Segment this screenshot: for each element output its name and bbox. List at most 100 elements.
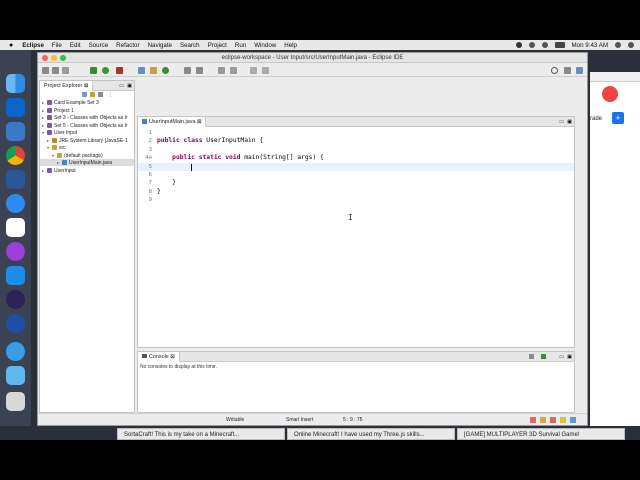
- tree-item[interactable]: ▾ User Input: [40, 129, 134, 136]
- code-line[interactable]: 9: [138, 196, 574, 204]
- preview-icon[interactable]: [6, 122, 25, 141]
- link-editor-icon[interactable]: [90, 92, 95, 97]
- filter-icon[interactable]: [98, 92, 103, 97]
- maximize-icon[interactable]: ▣: [567, 119, 572, 125]
- open-type-icon[interactable]: [184, 67, 191, 74]
- new-icon[interactable]: [42, 67, 49, 74]
- maximize-icon[interactable]: ▣: [567, 354, 572, 360]
- spotlight-icon[interactable]: [615, 42, 621, 48]
- tree-item[interactable]: ▾ src: [40, 144, 134, 151]
- tree-item[interactable]: ▸ JRE System Library [JavaSE-1: [40, 137, 134, 144]
- status-icon-3[interactable]: [550, 417, 556, 423]
- close-window-button[interactable]: [42, 55, 48, 61]
- menu-file[interactable]: File: [52, 42, 62, 49]
- annotation-next-icon[interactable]: [218, 67, 225, 74]
- new-class-icon[interactable]: [162, 67, 169, 74]
- new-package-icon[interactable]: [150, 67, 157, 74]
- status-icon-2[interactable]: [540, 417, 546, 423]
- menu-help[interactable]: Help: [284, 42, 297, 49]
- status-icon-5[interactable]: [570, 417, 576, 423]
- apple-menu-icon[interactable]: ●: [9, 42, 13, 49]
- menu-project[interactable]: Project: [208, 42, 227, 49]
- minimize-icon[interactable]: ▭: [119, 83, 124, 89]
- tab-console[interactable]: Console ⊠: [138, 352, 180, 362]
- console-display-icon[interactable]: [529, 354, 534, 359]
- open-perspective-icon[interactable]: [564, 67, 571, 74]
- search-toolbar-icon[interactable]: [196, 67, 203, 74]
- menubar-clock[interactable]: Mon 9:43 AM: [572, 42, 608, 49]
- trash-icon[interactable]: [6, 392, 25, 411]
- minimize-icon[interactable]: ▭: [559, 119, 564, 125]
- close-icon[interactable]: ⊠: [170, 354, 175, 360]
- view-menu-icon[interactable]: ⋮: [108, 92, 113, 98]
- close-icon[interactable]: ⊠: [197, 119, 202, 125]
- minimize-icon[interactable]: ▭: [559, 354, 564, 360]
- java-perspective-icon[interactable]: [576, 67, 583, 74]
- tree-item[interactable]: ▸ Set 5 - Classes with Objects as Ir: [40, 122, 134, 129]
- downloads-folder-icon[interactable]: [6, 366, 25, 385]
- background-tab-2[interactable]: Online Minecraft! I have used my Three.j…: [287, 428, 455, 440]
- eclipse-icon[interactable]: [6, 290, 25, 309]
- outlook-icon[interactable]: [6, 98, 25, 117]
- tree-item[interactable]: ▸ UserInput: [40, 167, 134, 174]
- background-window-avatar[interactable]: [602, 86, 618, 102]
- collapse-all-icon[interactable]: [82, 92, 87, 97]
- menu-refactor[interactable]: Refactor: [116, 42, 139, 49]
- run-icon[interactable]: [102, 67, 109, 74]
- run-external-icon[interactable]: [116, 67, 123, 74]
- battery-icon[interactable]: [554, 42, 565, 48]
- status-icon-1[interactable]: [530, 417, 536, 423]
- screen-record-icon[interactable]: [515, 42, 522, 48]
- menu-navigate[interactable]: Navigate: [148, 42, 172, 49]
- xcode-icon[interactable]: [6, 266, 25, 285]
- tree-item[interactable]: ▸ Project 1: [40, 107, 134, 114]
- menu-window[interactable]: Window: [254, 42, 276, 49]
- code-line[interactable]: 8}: [138, 188, 574, 196]
- tree-item[interactable]: ▸ Set 3 - Classes with Objects as Ir: [40, 114, 134, 121]
- code-line[interactable]: 2 public class UserInputMain {: [138, 137, 574, 145]
- code-line[interactable]: 4⊖ public static void main(String[] args…: [138, 154, 574, 162]
- code-editor[interactable]: 1 2 public class UserInputMain {3 4⊖ public…: [138, 127, 574, 347]
- forward-icon[interactable]: [262, 67, 269, 74]
- save-all-icon[interactable]: [62, 67, 69, 74]
- background-add-button[interactable]: +: [612, 112, 624, 124]
- wifi-icon[interactable]: [528, 42, 535, 48]
- annotation-prev-icon[interactable]: [230, 67, 237, 74]
- volume-icon[interactable]: [541, 42, 548, 48]
- menu-app-name[interactable]: Eclipse: [22, 42, 44, 49]
- menu-source[interactable]: Source: [89, 42, 109, 49]
- code-line[interactable]: 5: [138, 162, 574, 171]
- quick-access-search-icon[interactable]: [551, 67, 558, 74]
- messages-icon[interactable]: [6, 194, 25, 213]
- tab-project-explorer[interactable]: Project Explorer ⊠: [40, 81, 94, 91]
- tree-item[interactable]: ▸ UserInputMain.java: [40, 159, 134, 166]
- back-icon[interactable]: [250, 67, 257, 74]
- finder-icon[interactable]: [6, 74, 25, 93]
- console-open-icon[interactable]: [541, 354, 546, 359]
- zoom-window-button[interactable]: [60, 55, 66, 61]
- new-java-project-icon[interactable]: [138, 67, 145, 74]
- close-icon[interactable]: ⊠: [84, 83, 89, 89]
- minimize-window-button[interactable]: [51, 55, 57, 61]
- save-icon[interactable]: [52, 67, 59, 74]
- menu-edit[interactable]: Edit: [70, 42, 81, 49]
- background-tab-3[interactable]: [GAME] MULTIPLAYER 3D Survival Game!: [457, 428, 625, 440]
- podcasts-icon[interactable]: [6, 242, 25, 261]
- chrome-icon[interactable]: [6, 146, 25, 165]
- background-tab-1[interactable]: SortaCraft! This is my take on a Minecra…: [117, 428, 285, 440]
- code-line[interactable]: 7 }: [138, 179, 574, 187]
- calendar-icon[interactable]: [6, 218, 25, 237]
- tree-item[interactable]: ▸ Card Example Set 3: [40, 99, 134, 106]
- menu-search[interactable]: Search: [180, 42, 200, 49]
- maximize-icon[interactable]: ▣: [127, 83, 132, 89]
- menu-list-icon[interactable]: [628, 42, 634, 48]
- tree-item[interactable]: ▾ (default package): [40, 152, 134, 159]
- word-icon[interactable]: [6, 170, 25, 189]
- status-icon-4[interactable]: [560, 417, 566, 423]
- menu-run[interactable]: Run: [235, 42, 246, 49]
- globe-icon[interactable]: [6, 342, 25, 361]
- debug-icon[interactable]: [90, 67, 97, 74]
- code-line[interactable]: 3: [138, 146, 574, 154]
- quicktime-icon[interactable]: [6, 314, 25, 333]
- tab-userinputmain-java[interactable]: UserInputMain.java ⊠: [138, 117, 207, 127]
